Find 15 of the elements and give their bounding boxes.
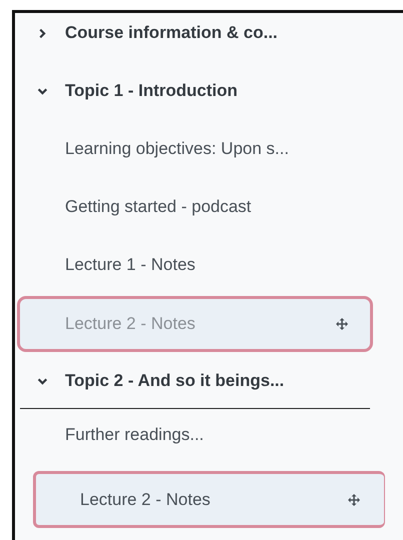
chevron-right-icon[interactable] <box>37 28 48 38</box>
activity-title: Lecture 2 - Notes <box>65 314 196 334</box>
move-icon[interactable] <box>336 318 348 330</box>
dragged-item[interactable]: Lecture 2 - Notes <box>33 471 385 528</box>
chevron-down-icon[interactable] <box>37 86 48 96</box>
section-title[interactable]: Topic 2 - And so it beings... <box>65 371 284 391</box>
activity-link[interactable]: Further readings... <box>65 425 204 445</box>
activity-title: Lecture 2 - Notes <box>80 490 210 510</box>
section-title[interactable]: Topic 1 - Introduction <box>65 81 238 101</box>
section-title[interactable]: Course information & co... <box>65 23 278 43</box>
activity-link[interactable]: Lecture 1 - Notes <box>65 255 196 275</box>
chevron-down-icon[interactable] <box>37 376 48 386</box>
activity-link[interactable]: Getting started - podcast <box>65 197 252 217</box>
move-icon[interactable] <box>348 494 360 506</box>
activity-link[interactable]: Learning objectives: Upon s... <box>65 139 289 159</box>
